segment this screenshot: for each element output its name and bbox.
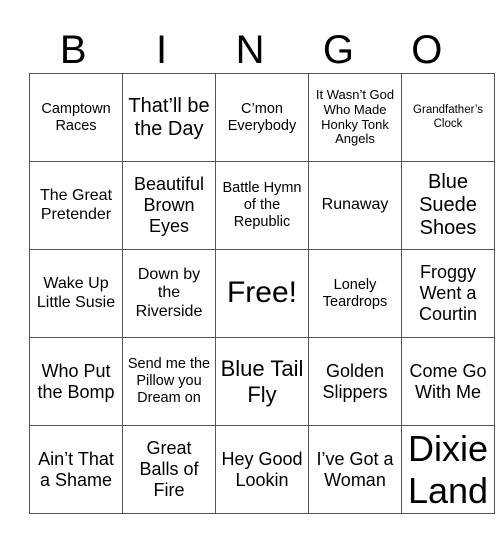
bingo-cell[interactable]: Beautiful Brown Eyes <box>122 161 216 250</box>
free-space[interactable]: Free! <box>215 249 309 338</box>
bingo-row: The Great Pretender Beautiful Brown Eyes… <box>29 161 495 250</box>
bingo-cell[interactable]: Grandfather’s Clock <box>401 73 495 162</box>
bingo-cell[interactable]: Ain’t That a Shame <box>29 425 123 514</box>
bingo-cell[interactable]: Lonely Teardrops <box>308 249 402 338</box>
bingo-cell[interactable]: I’ve Got a Woman <box>308 425 402 514</box>
header-letter-n: N <box>235 28 265 72</box>
header-letter-o: O <box>411 28 443 72</box>
bingo-cell[interactable]: Who Put the Bomp <box>29 337 123 426</box>
bingo-cell[interactable]: Dixie Land <box>401 425 495 514</box>
bingo-row: Camptown Races That’ll be the Day C’mon … <box>29 73 495 162</box>
bingo-cell[interactable]: C’mon Everybody <box>215 73 309 162</box>
bingo-cell[interactable]: The Great Pretender <box>29 161 123 250</box>
header-letter-b: B <box>59 28 87 72</box>
bingo-cell[interactable]: Froggy Went a Courtin <box>401 249 495 338</box>
bingo-row: Wake Up Little Susie Down by the Riversi… <box>29 249 495 338</box>
bingo-cell[interactable]: Camptown Races <box>29 73 123 162</box>
bingo-header: B I N G O <box>29 26 471 74</box>
bingo-row: Ain’t That a Shame Great Balls of Fire H… <box>29 425 495 514</box>
bingo-row: Who Put the Bomp Send me the Pillow you … <box>29 337 495 426</box>
bingo-card: Camptown Races That’ll be the Day C’mon … <box>29 73 495 514</box>
bingo-cell[interactable]: Blue Suede Shoes <box>401 161 495 250</box>
bingo-cell[interactable]: Come Go With Me <box>401 337 495 426</box>
bingo-cell[interactable]: Great Balls of Fire <box>122 425 216 514</box>
bingo-cell[interactable]: Blue Tail Fly <box>215 337 309 426</box>
bingo-cell[interactable]: That’ll be the Day <box>122 73 216 162</box>
bingo-cell[interactable]: Down by the Riverside <box>122 249 216 338</box>
bingo-cell[interactable]: It Wasn’t God Who Made Honky Tonk Angels <box>308 73 402 162</box>
bingo-cell[interactable]: Runaway <box>308 161 402 250</box>
bingo-cell[interactable]: Battle Hymn of the Republic <box>215 161 309 250</box>
bingo-cell[interactable]: Hey Good Lookin <box>215 425 309 514</box>
header-letter-g: G <box>322 28 354 72</box>
bingo-cell[interactable]: Send me the Pillow you Dream on <box>122 337 216 426</box>
header-letter-i: I <box>156 28 168 72</box>
bingo-cell[interactable]: Wake Up Little Susie <box>29 249 123 338</box>
bingo-cell[interactable]: Golden Slippers <box>308 337 402 426</box>
